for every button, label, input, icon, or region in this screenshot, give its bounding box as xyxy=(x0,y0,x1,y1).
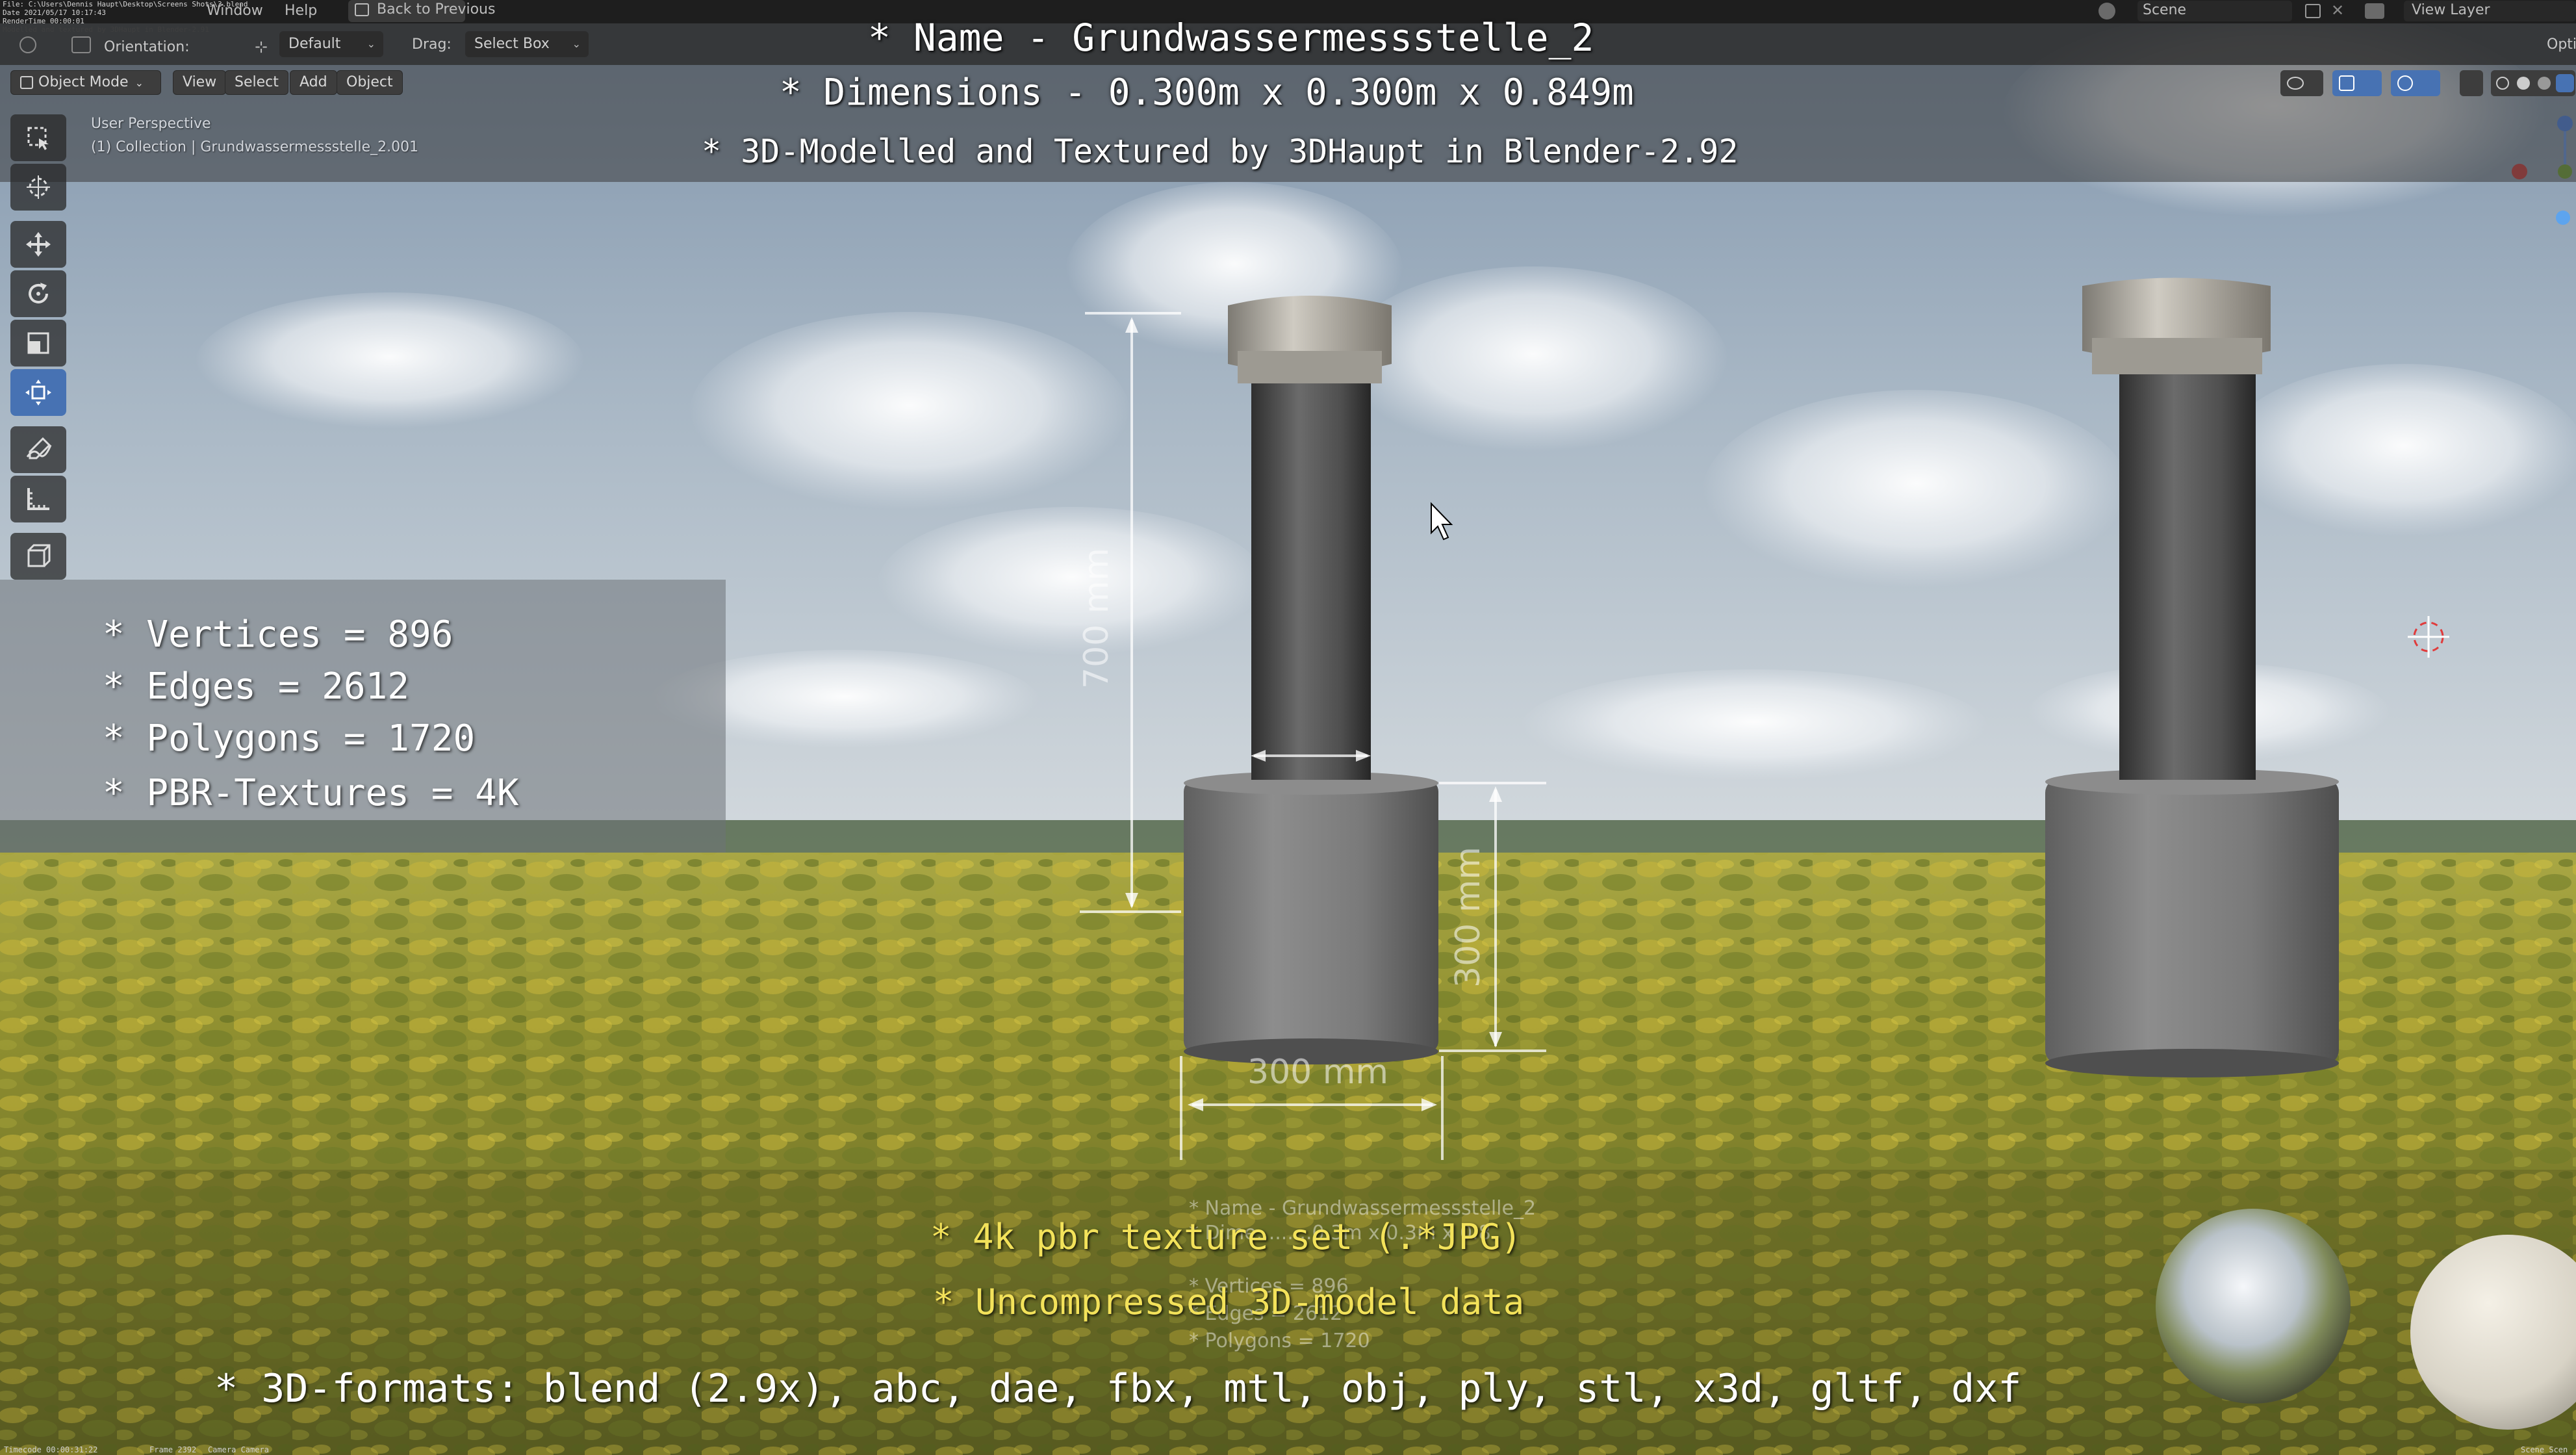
overlay-title-dimensions: * Dimensions - 0.300m x 0.300m x 0.849m xyxy=(780,71,1634,114)
chevron-down-icon: ⌄ xyxy=(134,77,144,89)
collection-label: (1) Collection | Grundwassermessstelle_2… xyxy=(91,139,419,155)
view-layer-label: View Layer xyxy=(2412,2,2490,18)
gizmo-toggle[interactable] xyxy=(2332,70,2382,96)
menu-help[interactable]: Help xyxy=(285,3,317,19)
menu-object[interactable]: Object xyxy=(337,70,403,95)
mode-label: Object Mode xyxy=(38,74,129,90)
back-icon xyxy=(355,3,369,16)
footer-timecode: Timecode 00:00:31:22 xyxy=(4,1445,98,1454)
stat-textures: * PBR-Textures = 4K xyxy=(103,772,519,814)
transform-tool[interactable] xyxy=(10,369,66,416)
dimension-width-label: 300 mm xyxy=(1247,1053,1389,1092)
promo-uncompressed: * Uncompressed 3D-model data xyxy=(933,1281,1525,1322)
move-icon xyxy=(26,232,51,257)
footer-frame: Frame 2392 xyxy=(149,1445,197,1454)
move-tool[interactable] xyxy=(10,221,66,268)
xray-toggle[interactable] xyxy=(2460,70,2483,96)
orientation-axis-icon: ⊹ xyxy=(255,38,268,56)
options-label[interactable]: Opti xyxy=(2547,36,2576,53)
overlay-title-credit: * 3D-Modelled and Textured by 3DHaupt in… xyxy=(702,133,1739,170)
menu-window[interactable]: Window xyxy=(207,3,263,19)
dimension-base-height-label: 300 mm xyxy=(1449,846,1488,988)
stat-vertices: * Vertices = 896 xyxy=(103,613,453,656)
overlay-toggle[interactable] xyxy=(2391,70,2440,96)
perspective-label: User Perspective xyxy=(91,116,211,132)
rotate-tool[interactable] xyxy=(10,270,66,317)
stat-polygons: * Polygons = 1720 xyxy=(103,717,476,760)
material-shading-icon[interactable] xyxy=(2538,77,2551,90)
orientation-dropdown[interactable]: Default ⌄ xyxy=(279,31,383,57)
close-icon[interactable]: ✕ xyxy=(2331,1,2344,19)
add-cube-icon xyxy=(27,544,51,567)
footer-camera: Camera Camera xyxy=(208,1445,269,1454)
view-layer-icon xyxy=(2365,3,2384,19)
scale-tool[interactable] xyxy=(10,320,66,367)
annotate-tool[interactable] xyxy=(10,426,66,473)
new-scene-icon[interactable] xyxy=(2305,4,2321,18)
menu-view[interactable]: View xyxy=(173,70,227,95)
measure-tool[interactable] xyxy=(10,476,66,522)
measure-ruler-icon xyxy=(27,488,49,510)
scene-selector[interactable]: Scene xyxy=(2137,1,2292,21)
add-cube-tool[interactable] xyxy=(10,533,66,580)
select-box-tool[interactable] xyxy=(10,114,66,161)
orientation-label: Orientation: xyxy=(104,39,190,55)
select-box-icon xyxy=(27,127,49,150)
back-to-previous-label: Back to Previous xyxy=(377,1,496,18)
stat-edges: * Edges = 2612 xyxy=(103,665,410,708)
scale-icon xyxy=(27,332,49,354)
transform-icon xyxy=(25,380,51,406)
mode-dropdown[interactable]: Object Mode ⌄ xyxy=(10,70,161,95)
transform-pivot-icon[interactable] xyxy=(19,36,36,53)
ghost-polygons: * Polygons = 1720 xyxy=(1189,1330,1370,1352)
overlay-icon xyxy=(2397,75,2413,91)
menu-add[interactable]: Add xyxy=(290,70,337,95)
drag-label: Drag: xyxy=(412,36,452,53)
menu-select[interactable]: Select xyxy=(225,70,288,95)
scene-icon xyxy=(2098,3,2115,19)
object-mode-icon xyxy=(20,76,33,89)
wireframe-shading-icon[interactable] xyxy=(2496,77,2509,90)
cursor-tool[interactable] xyxy=(10,164,66,211)
hdri-chrome-sphere xyxy=(2156,1209,2351,1404)
gizmo-icon xyxy=(2339,75,2354,91)
visibility-toggle[interactable] xyxy=(2280,70,2323,96)
orientation-icon[interactable] xyxy=(71,36,91,53)
solid-shading-icon[interactable] xyxy=(2517,77,2530,90)
eye-icon xyxy=(2287,77,2304,90)
cursor-icon xyxy=(27,175,50,199)
rotate-icon xyxy=(29,283,48,303)
shading-mode-group[interactable] xyxy=(2491,70,2575,96)
chevron-down-icon: ⌄ xyxy=(572,38,581,50)
back-to-previous-button[interactable]: Back to Previous xyxy=(348,0,495,22)
annotate-pencil-icon xyxy=(26,437,52,459)
footer-scene: Scene Scen xyxy=(2521,1445,2568,1454)
drag-value: Select Box xyxy=(474,36,550,52)
view-layer-selector[interactable]: View Layer xyxy=(2404,1,2576,21)
dimension-height-label: 700 mm xyxy=(1077,547,1116,689)
formats-line: * 3D-formats: blend (2.9x), abc, dae, fb… xyxy=(214,1366,2022,1411)
chevron-down-icon: ⌄ xyxy=(366,38,376,50)
drag-select-dropdown[interactable]: Select Box ⌄ xyxy=(465,31,589,57)
overlay-title-name: * Name - Grundwassermessstelle_2 xyxy=(868,16,1594,60)
rendered-shading-icon[interactable] xyxy=(2556,74,2574,92)
scene-label: Scene xyxy=(2143,2,2187,18)
orientation-value: Default xyxy=(288,36,341,52)
promo-texture-set: * 4k pbr texture set (.*JPG) xyxy=(930,1217,1522,1257)
